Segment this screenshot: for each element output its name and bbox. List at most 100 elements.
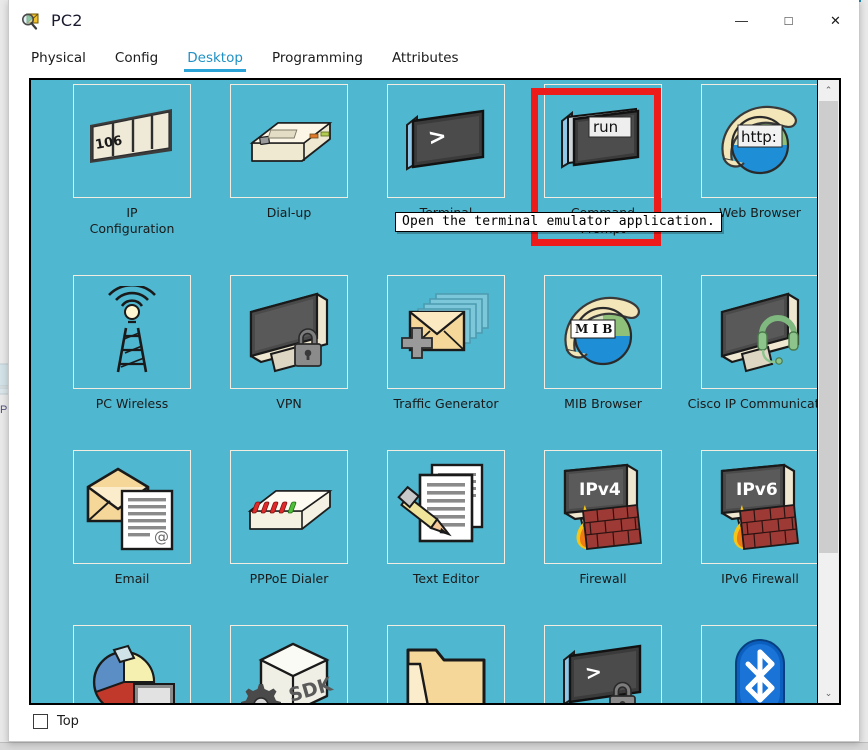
tile: run xyxy=(544,84,662,198)
desktop-item-firewall[interactable]: IPv4 Firewall xyxy=(524,450,682,625)
label-line-2: Configuration xyxy=(89,221,175,236)
minimize-button[interactable]: — xyxy=(718,0,765,41)
desktop-item-ipv6-firewall[interactable]: IPv6 IPv6 Firewall xyxy=(681,450,821,625)
pie-chart-monitor-icon xyxy=(82,636,182,703)
tile xyxy=(387,450,505,564)
close-button[interactable]: ✕ xyxy=(812,0,859,41)
tab-desktop[interactable]: Desktop xyxy=(184,50,246,73)
window-title: PC2 xyxy=(51,11,83,30)
terminal-lock-icon: > xyxy=(553,636,653,703)
pppoe-dialer-icon xyxy=(239,461,339,553)
desktop-item-label: MIB Browser xyxy=(564,396,642,411)
mib-browser-icon: M I B xyxy=(553,286,653,378)
maximize-button[interactable]: □ xyxy=(765,0,812,41)
titlebar-left: PC2 xyxy=(9,10,83,32)
tab-programming[interactable]: Programming xyxy=(272,50,363,73)
http-badge: http: xyxy=(737,124,783,148)
svg-text:@: @ xyxy=(154,528,169,546)
desktop-item-vpn[interactable]: VPN xyxy=(210,275,368,450)
tab-config[interactable]: Config xyxy=(115,50,158,73)
packet-tracer-magnifier-icon xyxy=(20,10,42,32)
svg-text:run: run xyxy=(593,118,618,136)
desktop-item-terminal-lock[interactable]: > xyxy=(524,625,682,703)
ip-configuration-icon: 106 xyxy=(82,95,182,187)
desktop-item-command-prompt[interactable]: run Command Prompt xyxy=(524,84,682,259)
desktop-item-email[interactable]: @ Email xyxy=(53,450,211,625)
monitor-icon xyxy=(133,683,175,703)
tile xyxy=(73,625,191,703)
tile: 106 xyxy=(73,84,191,198)
svg-text:http:: http: xyxy=(741,128,777,146)
desktop-item-ip-configuration[interactable]: 106 IP Configuration xyxy=(53,84,211,259)
tile xyxy=(387,625,505,703)
tile xyxy=(230,84,348,198)
icon-row-1: 106 IP Configuration Dial-up > run http:… xyxy=(31,84,821,259)
tile: @ xyxy=(73,450,191,564)
desktop-item-label: VPN xyxy=(276,396,302,411)
desktop-item-bluetooth[interactable] xyxy=(681,625,821,703)
document-icon: @ xyxy=(120,489,174,551)
top-checkbox-label: Top xyxy=(57,713,79,729)
desktop-item-label: Email xyxy=(114,571,150,586)
desktop-item-label: PC Wireless xyxy=(95,396,169,411)
desktop-item-text-editor[interactable]: Text Editor xyxy=(367,450,525,625)
tile: http: xyxy=(701,84,819,198)
scroll-down-button[interactable]: ⌄ xyxy=(818,683,839,703)
bluetooth-icon xyxy=(710,636,810,703)
desktop-item-label: PPPoE Dialer xyxy=(249,571,329,586)
top-checkbox[interactable] xyxy=(33,713,48,729)
tab-attributes[interactable]: Attributes xyxy=(392,50,459,73)
tile: > xyxy=(387,84,505,198)
desktop-item-mib-browser[interactable]: M I B MIB Browser xyxy=(524,275,682,450)
terminal-icon: > xyxy=(396,95,496,187)
dial-up-modem-icon xyxy=(239,95,339,187)
brick-wall-icon xyxy=(582,504,642,550)
desktop-item-cisco-ip-communicator[interactable]: Cisco IP Communicator xyxy=(681,275,821,450)
icon-row-2: PC Wireless VPN Traffic Generator M I B … xyxy=(31,275,821,450)
folder-icon xyxy=(396,636,496,703)
desktop-item-dial-up[interactable]: Dial-up xyxy=(210,84,368,259)
desktop-icon-area: 106 IP Configuration Dial-up > run http:… xyxy=(31,80,821,703)
desktop-item-pppoe-dialer[interactable]: PPPoE Dialer xyxy=(210,450,368,625)
icon-row-3: @ Email PPPoE Dialer Text Editor IPv4 Fi… xyxy=(31,450,821,625)
pc-wireless-antenna-icon xyxy=(82,286,182,378)
tab-physical[interactable]: Physical xyxy=(31,50,86,73)
desktop-item-label: IP Configuration xyxy=(57,205,207,237)
desktop-item-label: IPv6 Firewall xyxy=(721,571,799,586)
desktop-item-sdk[interactable]: SDK xyxy=(210,625,368,703)
window-controls: — □ ✕ xyxy=(718,0,859,41)
firewall-icon: IPv4 xyxy=(553,461,653,553)
mib-badge: M I B xyxy=(570,319,616,339)
command-prompt-icon: run xyxy=(553,95,653,187)
tile: > xyxy=(544,625,662,703)
desktop-item-pc-wireless[interactable]: PC Wireless xyxy=(53,275,211,450)
text-editor-icon xyxy=(396,461,496,553)
desktop-item-web-browser[interactable]: http: Web Browser xyxy=(681,84,821,259)
tile: IPv4 xyxy=(544,450,662,564)
background-label: P xyxy=(0,404,8,416)
tooltip: Open the terminal emulator application. xyxy=(395,212,723,232)
ipv6-firewall-icon: IPv6 xyxy=(710,461,810,553)
run-badge: run xyxy=(588,116,632,138)
brick-wall-icon xyxy=(739,504,799,550)
tile: SDK xyxy=(230,625,348,703)
window-titlebar[interactable]: PC2 — □ ✕ xyxy=(9,0,859,41)
icon-row-4: SDK > xyxy=(31,625,821,703)
bottom-bar: Top xyxy=(29,706,841,736)
desktop-item-label: Dial-up xyxy=(266,205,312,220)
scrollbar-thumb[interactable] xyxy=(819,101,838,553)
desktop-item-folder[interactable] xyxy=(367,625,525,703)
svg-text:>: > xyxy=(584,659,604,685)
scroll-up-button[interactable]: ⌃ xyxy=(818,80,839,100)
svg-text:IPv6: IPv6 xyxy=(736,480,778,500)
traffic-generator-icon xyxy=(396,286,496,378)
svg-text:>: > xyxy=(427,124,448,151)
tab-strip: Physical Config Desktop Programming Attr… xyxy=(9,41,859,73)
desktop-item-terminal[interactable]: > Terminal xyxy=(367,84,525,259)
svg-text:M I B: M I B xyxy=(575,322,612,336)
vertical-scrollbar[interactable]: ⌃ ⌄ xyxy=(817,80,839,703)
email-icon: @ xyxy=(82,461,182,553)
desktop-item-label: Firewall xyxy=(579,571,627,586)
desktop-item-pie-chart-monitor[interactable] xyxy=(53,625,211,703)
desktop-item-traffic-generator[interactable]: Traffic Generator xyxy=(367,275,525,450)
